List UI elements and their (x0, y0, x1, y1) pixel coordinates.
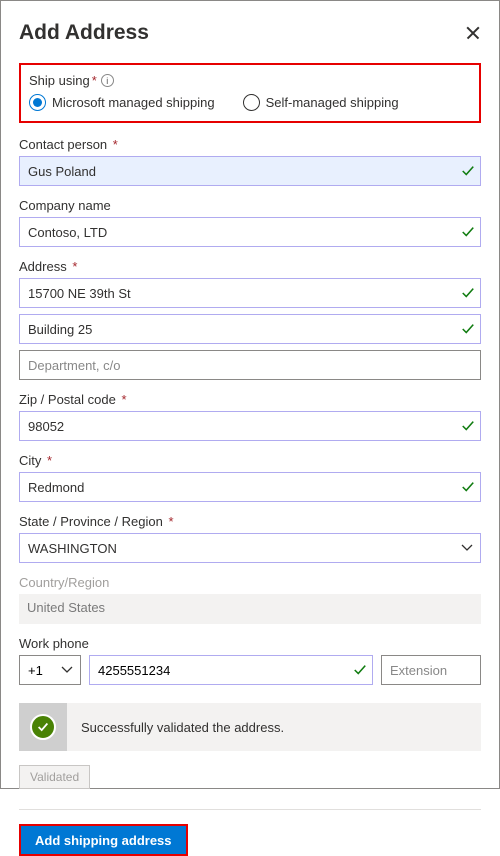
contact-person-input[interactable] (19, 156, 481, 186)
add-shipping-address-button[interactable]: Add shipping address (19, 824, 188, 856)
panel-footer: Add shipping address (19, 809, 481, 856)
phone-number-input[interactable] (89, 655, 373, 685)
panel-header: Add Address (19, 21, 481, 45)
field-address: Address * (19, 259, 481, 380)
field-city: City * (19, 453, 481, 502)
field-label: Zip / Postal code * (19, 392, 481, 407)
success-icon (30, 714, 56, 740)
ship-using-label: Ship using (29, 73, 90, 88)
country-code-select[interactable] (19, 655, 81, 685)
field-zip: Zip / Postal code * (19, 392, 481, 441)
validated-button: Validated (19, 765, 90, 789)
validation-icon-box (19, 703, 67, 751)
field-state: State / Province / Region * (19, 514, 481, 563)
info-icon[interactable]: i (101, 74, 114, 87)
field-label: Contact person * (19, 137, 481, 152)
country-input: United States (19, 594, 481, 624)
radio-self-managed[interactable]: Self-managed shipping (243, 94, 399, 111)
validation-banner: Successfully validated the address. (19, 703, 481, 751)
field-label: Address * (19, 259, 481, 274)
radio-label: Microsoft managed shipping (52, 95, 215, 110)
city-input[interactable] (19, 472, 481, 502)
ship-using-label-row: Ship using * i (29, 73, 471, 88)
address-line3-input[interactable] (19, 350, 481, 380)
radio-circle (243, 94, 260, 111)
panel-title: Add Address (19, 21, 149, 45)
close-icon[interactable] (465, 25, 481, 41)
field-label: Work phone (19, 636, 481, 651)
field-label: Company name (19, 198, 481, 213)
field-contact-person: Contact person * (19, 137, 481, 186)
field-label: State / Province / Region * (19, 514, 481, 529)
address-line2-input[interactable] (19, 314, 481, 344)
radio-microsoft-managed[interactable]: Microsoft managed shipping (29, 94, 215, 111)
field-work-phone: Work phone (19, 636, 481, 685)
ship-using-section: Ship using * i Microsoft managed shippin… (19, 63, 481, 123)
radio-label: Self-managed shipping (266, 95, 399, 110)
required-marker: * (92, 73, 97, 88)
field-company-name: Company name (19, 198, 481, 247)
ship-using-radio-group: Microsoft managed shipping Self-managed … (29, 94, 471, 111)
add-address-panel: Add Address Ship using * i Microsoft man… (0, 0, 500, 789)
address-line1-input[interactable] (19, 278, 481, 308)
field-country: Country/Region United States (19, 575, 481, 624)
extension-input[interactable] (381, 655, 481, 685)
zip-input[interactable] (19, 411, 481, 441)
state-select[interactable] (19, 533, 481, 563)
company-name-input[interactable] (19, 217, 481, 247)
field-label: Country/Region (19, 575, 481, 590)
field-label: City * (19, 453, 481, 468)
radio-circle-selected (29, 94, 46, 111)
validation-message: Successfully validated the address. (67, 703, 481, 751)
